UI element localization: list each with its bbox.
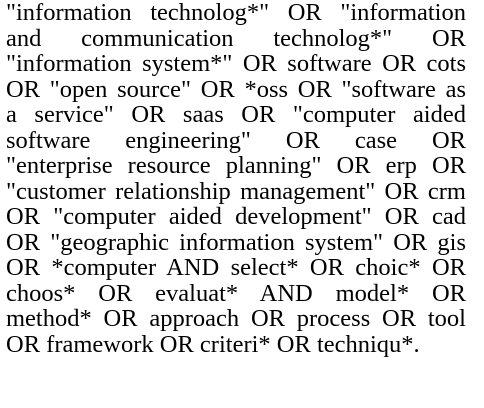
query-line: method* OR approach OR process OR tool [6,305,466,332]
query-line-last: OR framework OR criteri* OR techniqu*. [6,330,420,358]
query-line: "information system*" OR software OR cot… [6,50,466,77]
query-line: "customer relationship management" OR cr… [6,177,466,205]
query-line: OR *computer AND select* OR choic* OR [6,254,466,281]
query-line: "enterprise resource planning" OR erp OR [6,152,466,179]
query-line: software engineering" OR case OR [6,126,466,154]
query-line: "information technolog*" OR "information [6,0,466,26]
query-line: OR "open source" OR *oss OR "software as [6,75,466,103]
query-line: OR "computer aided development" OR cad [6,203,466,230]
query-line: and communication technolog*" OR [6,24,466,52]
query-line: choos* OR evaluat* AND model* OR [6,279,466,307]
query-line: a service" OR saas OR "computer aided [6,101,466,128]
search-query-text-block: "information technolog*" OR "information… [0,0,484,408]
query-line: OR "geographic information system" OR gi… [6,228,466,256]
